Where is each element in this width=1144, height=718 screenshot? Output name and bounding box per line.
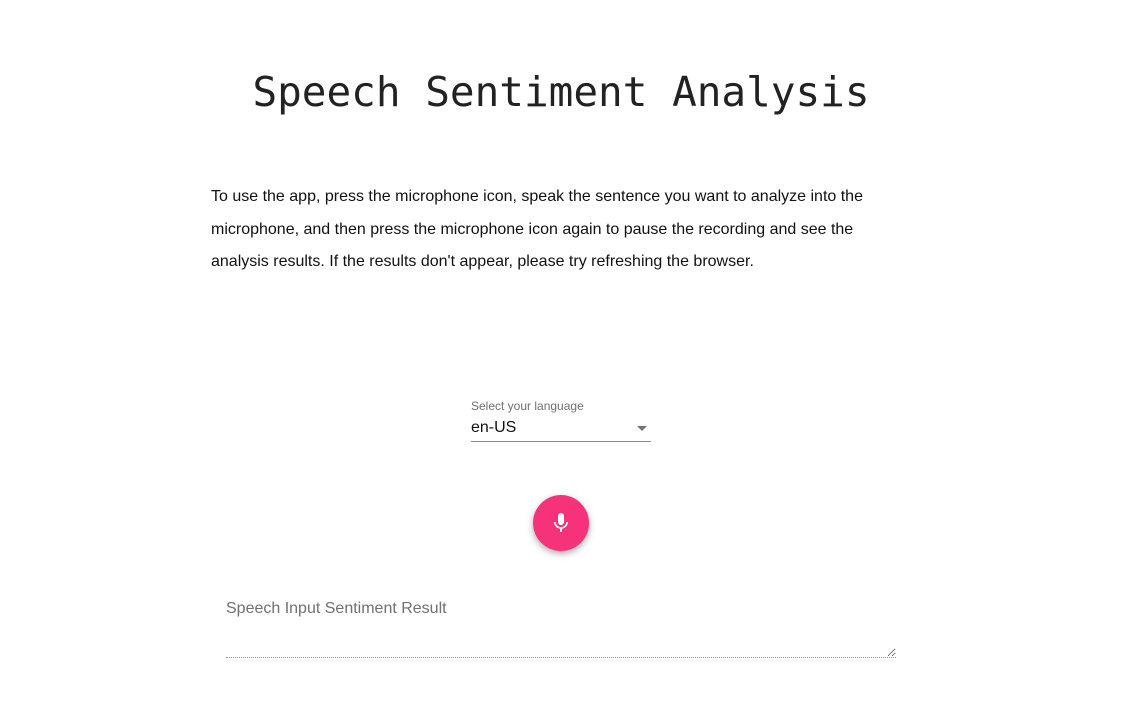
instructions-text: To use the app, press the microphone ico… [211, 188, 863, 270]
microphone-icon [554, 513, 568, 532]
language-select-label: Select your language [471, 399, 584, 413]
microphone-button[interactable] [533, 495, 589, 551]
language-select-value: en-US [471, 419, 517, 436]
caret-down-icon [637, 426, 647, 431]
language-select[interactable]: en-US [471, 417, 651, 442]
page-title: Speech Sentiment Analysis [252, 68, 870, 116]
sentiment-result-field [226, 596, 896, 662]
sentiment-result-textarea[interactable] [226, 596, 896, 658]
language-select-field: Select your language en-US [471, 398, 651, 442]
